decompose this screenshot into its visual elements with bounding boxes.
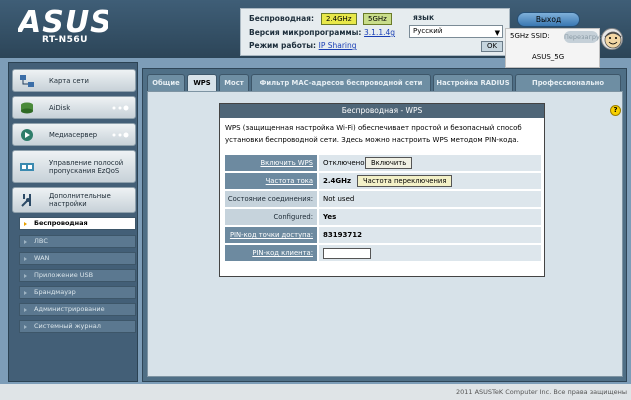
chevron-down-icon: ▼: [494, 29, 500, 37]
help-icon[interactable]: ?: [610, 105, 621, 116]
sidebar-subitem-administration[interactable]: Администрирование: [19, 303, 136, 316]
tab-mac-filter[interactable]: Фильтр MAC-адресов беспроводной сети: [251, 74, 431, 91]
row-configured: Configured: Yes: [224, 208, 542, 226]
sidebar-subitem-firewall[interactable]: Брандмауэр: [19, 286, 136, 299]
sidebar-subitem-system-log[interactable]: Системный журнал: [19, 320, 136, 333]
sidebar-subitem-wireless[interactable]: Беспроводная: [19, 217, 136, 230]
wireless-label: Беспроводная:: [249, 14, 314, 23]
system-info-panel: Беспроводная: 2.4GHz 5GHz Версия микропр…: [240, 8, 510, 56]
aidisk-icon: [21, 102, 33, 113]
client-pin-input[interactable]: [323, 248, 371, 259]
ap-pin-value: 83193712: [318, 226, 542, 244]
logout-button[interactable]: Выход: [517, 12, 580, 27]
row-enable-wps: Включить WPS Отключено Включить: [224, 154, 542, 172]
sidebar-item-media-server[interactable]: Медиасервер: [12, 123, 136, 146]
configured-value: Yes: [318, 208, 542, 226]
network-map-icon: [20, 74, 34, 87]
freq-5g-button[interactable]: 5GHz: [363, 13, 392, 25]
reboot-button[interactable]: Перезагрузка: [564, 31, 611, 43]
current-freq-value: 2.4GHz: [323, 177, 352, 185]
router-model: RT-N56U: [42, 35, 88, 45]
advanced-settings-icon: [21, 194, 31, 207]
enable-wps-status: Отключено: [323, 159, 365, 167]
tab-content: ? Беспроводная - WPS WPS (защищенная нас…: [147, 91, 623, 377]
tab-wps[interactable]: WPS: [187, 74, 217, 91]
sidebar-item-advanced-settings[interactable]: Дополнительные настройки: [12, 187, 136, 213]
tab-radius[interactable]: Настройка RADIUS: [433, 74, 513, 91]
language-select[interactable]: Русский ▼: [409, 25, 503, 38]
ssid-tooltip: Перезагрузка 5GHz SSID: ASUS_5G: [505, 28, 611, 68]
mode-link[interactable]: IP Sharing: [319, 41, 357, 50]
main-panel: Общие WPS Мост Фильтр MAC-адресов беспро…: [142, 68, 627, 382]
status-dots-icon: [112, 132, 129, 137]
tab-professional[interactable]: Профессионально: [515, 74, 621, 91]
enable-wps-button[interactable]: Включить: [365, 157, 413, 169]
sidebar-item-label: Управление полосой пропускания EzQoS: [49, 158, 124, 175]
media-server-icon: [21, 128, 33, 141]
wps-panel: Беспроводная - WPS WPS (защищенная настр…: [219, 103, 545, 277]
firmware-label: Версия микропрограммы:: [249, 28, 362, 37]
tab-bridge[interactable]: Мост: [219, 74, 249, 91]
footer: 2011 ASUSTeK Computer Inc. Все права защ…: [0, 384, 631, 400]
sidebar-item-ezqos[interactable]: Управление полосой пропускания EzQoS: [12, 150, 136, 183]
row-ap-pin: PIN-код точки доступа: 83193712: [224, 226, 542, 244]
wps-description: WPS (защищенная настройка Wi-Fi) обеспеч…: [225, 124, 522, 144]
wps-title: Беспроводная - WPS: [220, 104, 544, 118]
copyright-text: 2011 ASUSTeK Computer Inc. Все права защ…: [455, 388, 627, 396]
status-dots-icon: [112, 105, 129, 110]
sidebar-subitem-lan[interactable]: ЛВС: [19, 235, 136, 248]
row-current-freq: Частота тока 2.4GHz Частота переключения: [224, 172, 542, 190]
user-avatar-icon[interactable]: [601, 28, 623, 50]
language-label: язык: [413, 13, 435, 22]
ap-pin-label[interactable]: PIN-код точки доступа:: [230, 231, 313, 239]
connection-status-value: Not used: [318, 190, 542, 208]
enable-wps-label[interactable]: Включить WPS: [260, 159, 313, 167]
configured-label: Configured:: [224, 208, 318, 226]
ssid-label: 5GHz SSID:: [510, 32, 550, 40]
current-freq-label[interactable]: Частота тока: [266, 177, 313, 185]
mode-label: Режим работы:: [249, 41, 316, 50]
sidebar-item-label: Карта сети: [49, 76, 89, 85]
ssid-value: ASUS_5G: [532, 53, 565, 61]
client-pin-label[interactable]: PIN-код клиента:: [252, 249, 313, 257]
sidebar-subitem-usb-app[interactable]: Приложение USB: [19, 269, 136, 282]
row-client-pin: PIN-код клиента:: [224, 244, 542, 262]
freq-2g-button[interactable]: 2.4GHz: [321, 13, 357, 25]
sidebar-subitem-wan[interactable]: WAN: [19, 252, 136, 265]
switch-freq-button[interactable]: Частота переключения: [357, 175, 453, 187]
sidebar-item-aidisk[interactable]: AiDisk: [12, 96, 136, 119]
language-ok-button[interactable]: OK: [481, 41, 503, 52]
sidebar-item-network-map[interactable]: Карта сети: [12, 69, 136, 92]
sidebar-item-label: Дополнительные настройки: [49, 192, 111, 208]
sidebar: Карта сети AiDisk Медиасервер Управление…: [8, 62, 138, 382]
ezqos-icon: [20, 162, 34, 171]
firmware-link[interactable]: 3.1.1.4g: [364, 28, 395, 37]
tab-general[interactable]: Общие: [147, 74, 185, 91]
language-selected: Русский: [413, 27, 443, 35]
row-connection-status: Состояние соединения: Not used: [224, 190, 542, 208]
connection-status-label: Состояние соединения:: [224, 190, 318, 208]
